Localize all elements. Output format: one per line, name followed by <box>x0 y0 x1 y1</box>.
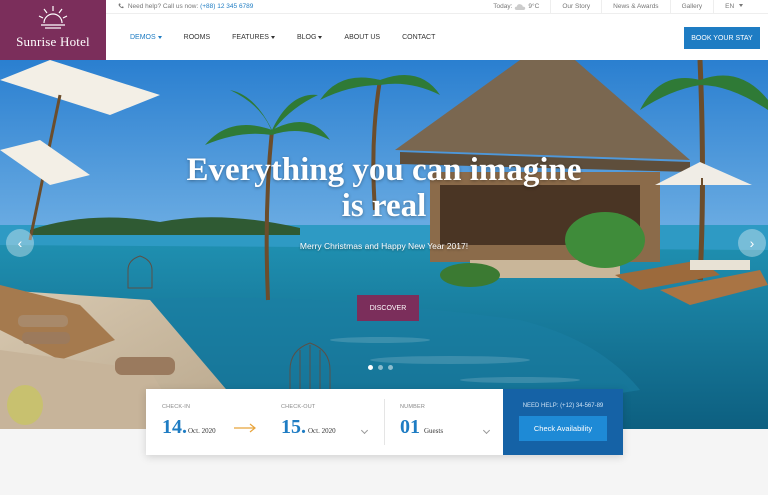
help-contact: Need help? Call us now: (+88) 12 345 678… <box>118 3 253 10</box>
nav-label: ABOUT US <box>344 33 381 41</box>
hotel-logo[interactable]: Sunrise Hotel <box>0 0 106 60</box>
logo-text: Sunrise Hotel <box>16 34 90 49</box>
help-text: Need help? Call us now: <box>127 3 199 10</box>
temperature: 9°C <box>528 3 540 10</box>
nav-label: DEMOS <box>130 33 156 41</box>
slider-dots <box>368 365 393 370</box>
checkout-label: CHECK-OUT <box>281 404 316 410</box>
checkout-day: 15. <box>281 416 306 438</box>
weather-widget: Today: 9°C <box>482 0 550 14</box>
guests-label: NUMBER <box>400 404 426 410</box>
hero-slider: Everything you can imagine is real Merry… <box>0 60 768 429</box>
book-your-stay-button[interactable]: BOOK YOUR STAY <box>684 27 760 49</box>
discover-button[interactable]: DISCOVER <box>357 295 419 321</box>
checkout-month: Oct. 2020 <box>308 427 336 435</box>
guests-count: 01 <box>400 416 420 438</box>
chevron-right-icon: › <box>749 235 755 251</box>
slider-prev-button[interactable]: ‹ <box>6 229 34 257</box>
guests-unit: Guests <box>424 427 444 435</box>
phone-icon <box>118 3 124 9</box>
hero-subtitle: Merry Christmas and Happy New Year 2017! <box>299 241 469 251</box>
slider-dot[interactable] <box>378 365 383 370</box>
top-bar: Need help? Call us now: (+88) 12 345 678… <box>106 0 768 14</box>
checkin-field[interactable]: CHECK-IN 14. Oct. 2020 <box>146 389 266 455</box>
link-news-awards[interactable]: News & Awards <box>601 0 669 14</box>
checkin-label: CHECK-IN <box>162 404 191 410</box>
need-help-text: NEED HELP: (+12) 34-567-89 <box>522 403 604 409</box>
checkout-field[interactable]: CHECK-OUT 15. Oct. 2020 <box>266 389 384 455</box>
hero-title-line-1: Everything you can imagine <box>186 152 582 188</box>
language-label: EN <box>725 3 735 10</box>
nav-item-features[interactable]: FEATURES <box>232 34 275 41</box>
main-nav: DEMOS ROOMS FEATURES BLOG ABOUT US CONTA… <box>106 14 768 60</box>
nav-item-blog[interactable]: BLOG <box>296 33 323 41</box>
slider-dot[interactable] <box>388 365 393 370</box>
nav-item-about-us[interactable]: ABOUT US <box>344 34 380 41</box>
link-our-story[interactable]: Our Story <box>550 0 601 14</box>
phone-number[interactable]: (+88) 12 345 6789 <box>200 3 253 10</box>
chevron-down-icon <box>360 426 369 435</box>
arrow-right-icon <box>234 423 256 433</box>
cloud-icon <box>515 4 526 10</box>
booking-help-panel: NEED HELP: (+12) 34-567-89 Check Availab… <box>503 389 623 455</box>
caret-down-icon <box>318 35 323 39</box>
slider-next-button[interactable]: › <box>738 229 766 257</box>
nav-item-contact[interactable]: CONTACT <box>402 34 435 41</box>
check-availability-button[interactable]: Check Availability <box>519 416 607 441</box>
hero-title-line-2: is real <box>341 188 427 224</box>
chevron-left-icon: ‹ <box>17 235 23 251</box>
caret-down-icon <box>739 4 743 7</box>
nav-label: FEATURES <box>232 33 269 41</box>
guests-field[interactable]: NUMBER 01 Guests <box>384 389 503 455</box>
link-gallery[interactable]: Gallery <box>669 0 714 14</box>
hero-title: Everything you can imagine is real <box>0 152 768 224</box>
caret-down-icon <box>157 35 162 39</box>
nav-label: BLOG <box>296 33 317 41</box>
slider-dot[interactable] <box>368 365 373 370</box>
language-selector[interactable]: EN <box>713 0 754 14</box>
sunrise-icon <box>38 6 68 29</box>
nav-label: CONTACT <box>402 33 436 41</box>
nav-label: ROOMS <box>183 33 211 41</box>
checkin-month: Oct. 2020 <box>188 427 216 435</box>
nav-item-rooms[interactable]: ROOMS <box>184 34 210 41</box>
chevron-down-icon <box>482 426 491 435</box>
booking-form: CHECK-IN 14. Oct. 2020 CHECK-OUT 15. Oct… <box>146 389 623 455</box>
checkin-day: 14. <box>162 416 187 438</box>
caret-down-icon <box>270 35 275 39</box>
weather-label: Today: <box>493 3 513 10</box>
nav-item-demos[interactable]: DEMOS <box>130 34 162 41</box>
